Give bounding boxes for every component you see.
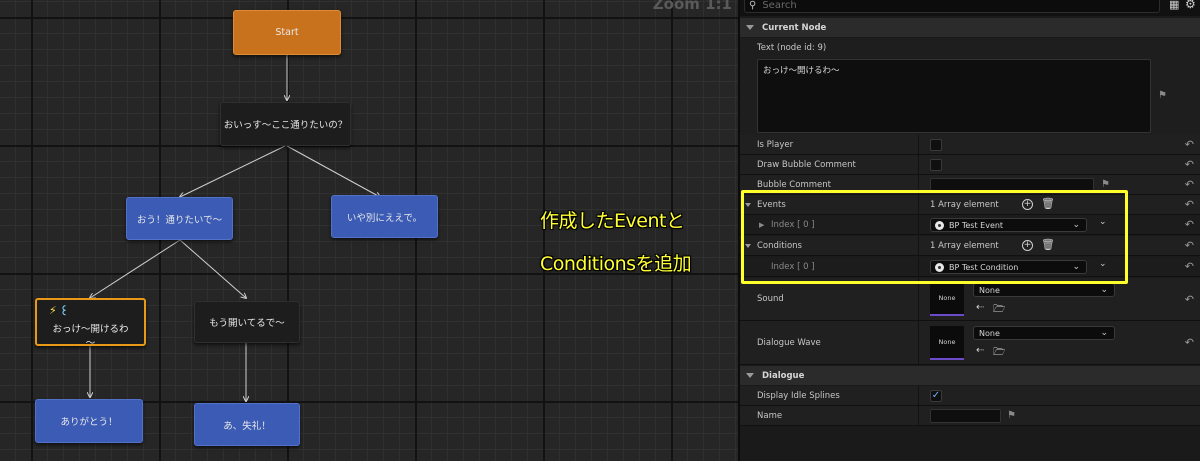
row-dialogue-wave: Dialogue Wave None None ⌄ ⇠ 🗁 ↶ <box>740 321 1200 365</box>
column-split <box>918 278 919 320</box>
is-player-checkbox[interactable] <box>930 138 942 151</box>
panel-empty-area <box>740 426 1200 461</box>
row-text: Text (node id: 9) おっけ～開けるわ～ ⚑ <box>740 38 1200 138</box>
section-title: Dialogue <box>762 370 805 381</box>
sound-thumb-label: None <box>938 294 956 302</box>
node-player-yes[interactable]: おう！通りたいで～ <box>126 197 233 240</box>
reset-arrow-icon[interactable]: ↶ <box>1185 138 1194 151</box>
section-dialogue[interactable]: Dialogue <box>740 366 1200 385</box>
column-split <box>918 135 919 154</box>
node-label: あ、失礼！ <box>223 420 271 432</box>
use-selected-arrow-icon[interactable]: ⇠ <box>976 302 984 313</box>
localize-flag-icon[interactable]: ⚑ <box>1101 179 1110 190</box>
bubble-comment-label: Bubble Comment <box>757 179 831 190</box>
reset-arrow-icon[interactable]: ↶ <box>1185 239 1194 252</box>
reset-arrow-icon[interactable]: ↶ <box>1185 178 1194 191</box>
annotation-highlight-box <box>741 190 1128 284</box>
row-draw-bubble: Draw Bubble Comment ↶ <box>740 155 1200 175</box>
name-field[interactable] <box>930 409 1001 423</box>
node-start-label: Start <box>275 27 299 38</box>
node-badges: ⚡ ꒰ <box>49 303 69 318</box>
search-input[interactable]: ⚲ Search <box>744 0 1160 13</box>
node-text-value: おっけ～開けるわ～ <box>763 66 840 76</box>
sound-asset-dropdown[interactable]: None ⌄ <box>973 283 1115 297</box>
sound-thumbnail[interactable]: None <box>930 282 964 316</box>
row-is-player: Is Player ↶ <box>740 135 1200 155</box>
reset-arrow-icon[interactable]: ↶ <box>1185 198 1194 211</box>
localize-flag-icon[interactable]: ⚑ <box>1158 90 1167 101</box>
node-start[interactable]: Start <box>233 10 341 55</box>
wire-yes-opened <box>179 239 246 298</box>
node-npc-ok-selected[interactable]: ⚡ ꒰ おっけ～開けるわ～ <box>35 298 146 349</box>
node-player-no[interactable]: いや別にええで。 <box>331 195 438 238</box>
name-label: Name <box>757 410 783 421</box>
collapse-arrow-icon <box>746 373 754 378</box>
row-display-idle-splines: Display Idle Splines ✓ <box>740 386 1200 406</box>
event-bolt-icon: ⚡ <box>49 303 57 317</box>
reset-arrow-icon[interactable]: ↶ <box>1185 260 1194 273</box>
wire-greeting-yes <box>180 145 286 197</box>
node-text-field[interactable]: おっけ～開けるわ～ <box>757 59 1151 133</box>
column-split <box>918 386 919 405</box>
wire-yes-ok <box>90 239 181 298</box>
node-player-thanks[interactable]: ありがとう！ <box>35 399 143 443</box>
chevron-down-icon: ⌄ <box>1100 328 1108 338</box>
column-split <box>918 155 919 174</box>
sound-value: None <box>979 285 1000 295</box>
wire-greeting-no <box>286 145 380 197</box>
checkmark-icon: ✓ <box>931 390 941 401</box>
search-icon: ⚲ <box>749 0 757 11</box>
dialogue-editor: Zoom 1:1 Start おいっす～ここ通りたいの？ おう！通りたいで～ い… <box>0 0 1200 461</box>
collapse-arrow-icon <box>746 25 754 30</box>
node-label: もう開いてるで～ <box>209 318 285 329</box>
condition-icon: ꒰ <box>59 304 69 318</box>
annotation-line-2: Conditionsを追加 <box>540 253 692 275</box>
search-placeholder: Search <box>762 0 797 11</box>
row-sound: Sound None None ⌄ ⇠ 🗁 ↶ <box>740 278 1200 321</box>
table-view-icon[interactable]: ▦ <box>1169 0 1179 11</box>
node-label: おいっす～ここ通りたいの？ <box>223 120 348 131</box>
browse-folder-icon[interactable]: 🗁 <box>993 345 1005 362</box>
node-label: いや別にええで。 <box>346 212 423 224</box>
reset-arrow-icon[interactable]: ↶ <box>1185 336 1194 349</box>
annotation-line-1: 作成したEventと <box>540 210 685 232</box>
reset-arrow-icon[interactable]: ↶ <box>1185 158 1194 171</box>
sound-label: Sound <box>757 294 784 304</box>
is-player-label: Is Player <box>757 139 794 150</box>
section-title: Current Node <box>762 22 827 33</box>
search-row: ⚲ Search ▦ ⚙ <box>740 0 1200 16</box>
display-idle-checkbox[interactable]: ✓ <box>930 389 942 402</box>
text-label: Text (node id: 9) <box>757 43 827 53</box>
column-split <box>918 321 919 364</box>
node-label: ありがとう！ <box>60 417 118 428</box>
node-player-sorry[interactable]: あ、失礼！ <box>194 403 300 446</box>
node-npc-greeting[interactable]: おいっす～ここ通りたいの？ <box>220 102 351 146</box>
node-npc-opened[interactable]: もう開いてるで～ <box>194 301 300 343</box>
wave-value: None <box>979 328 1000 338</box>
dialogue-wave-thumbnail[interactable]: None <box>930 326 964 360</box>
wave-thumb-label: None <box>938 338 956 346</box>
browse-folder-icon[interactable]: 🗁 <box>993 302 1005 319</box>
chevron-down-icon: ⌄ <box>1100 285 1108 295</box>
section-current-node[interactable]: Current Node <box>740 18 1200 37</box>
column-split <box>918 406 919 425</box>
reset-arrow-icon[interactable]: ↶ <box>1185 293 1194 306</box>
node-label: おっけ～開けるわ～ <box>52 324 129 349</box>
use-selected-arrow-icon[interactable]: ⇠ <box>976 345 984 356</box>
draw-bubble-checkbox[interactable] <box>930 158 942 171</box>
dialogue-wave-dropdown[interactable]: None ⌄ <box>973 326 1115 340</box>
annotation-callout: 作成したEventと Conditionsを追加 <box>540 200 740 286</box>
display-idle-label: Display Idle Splines <box>757 390 840 401</box>
settings-gear-icon[interactable]: ⚙ <box>1185 0 1196 11</box>
reset-arrow-icon[interactable]: ↶ <box>1185 218 1194 231</box>
draw-bubble-label: Draw Bubble Comment <box>757 159 856 170</box>
node-label: おう！通りたいで～ <box>136 214 223 226</box>
localize-flag-icon[interactable]: ⚑ <box>1007 410 1016 421</box>
row-name: Name ⚑ <box>740 406 1200 426</box>
dialogue-wave-label: Dialogue Wave <box>757 337 821 348</box>
